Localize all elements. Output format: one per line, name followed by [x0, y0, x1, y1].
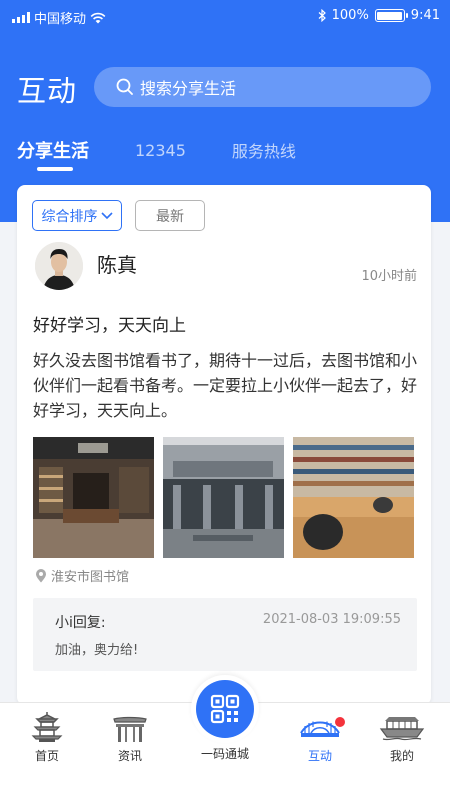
bottom-nav: 首页 资讯 一码通城 互动 我的: [0, 675, 450, 800]
photo-grid: [33, 437, 414, 558]
reply-text: 加油，奥力给!: [55, 643, 139, 658]
nav-home[interactable]: 首页: [12, 711, 82, 764]
nav-news-label: 资讯: [117, 749, 142, 763]
notification-dot: [335, 717, 345, 727]
avatar[interactable]: [35, 242, 83, 290]
nav-interact[interactable]: 互动: [285, 711, 355, 764]
post-photo-reading-room[interactable]: [33, 437, 154, 558]
newest-button[interactable]: 最新: [135, 200, 205, 231]
reply-time: 2021-08-03 19:09:55: [262, 612, 401, 627]
reply-author: 小i回复:: [55, 615, 106, 631]
sort-dropdown[interactable]: 综合排序: [32, 200, 122, 231]
post-card: 综合排序 最新 陈真 10小时前 好好学习，天天向上 好久没去图书馆看书了，期待…: [17, 185, 431, 705]
status-bar: 中国移动 100% 9:41: [0, 0, 450, 32]
clock: 9:41: [410, 8, 440, 23]
reply-box: 小i回复: 2021-08-03 19:09:55 加油，奥力给!: [33, 598, 417, 671]
location-pin-icon: [36, 569, 46, 583]
pagoda-icon: [31, 712, 63, 742]
sort-label: 综合排序: [41, 208, 98, 225]
battery-icon: [374, 9, 408, 22]
boat-icon: [379, 717, 425, 741]
location-name: 淮安市图书馆: [51, 570, 130, 585]
post-time: 10小时前: [361, 269, 417, 284]
scan-code-button[interactable]: [191, 675, 259, 743]
tab-share-life[interactable]: 分享生活: [17, 137, 89, 171]
search-input[interactable]: 搜索分享生活: [94, 67, 431, 107]
bluetooth-icon: [318, 9, 326, 22]
nav-interact-label: 互动: [307, 749, 332, 763]
post-title: 好好学习，天天向上: [33, 316, 186, 336]
tab-bar: 分享生活 12345 服务热线: [17, 137, 342, 171]
post-photo-study-desks[interactable]: [293, 437, 414, 558]
nav-mine[interactable]: 我的: [367, 711, 437, 764]
page-title: 互动: [17, 74, 78, 108]
nav-mine-label: 我的: [389, 749, 414, 763]
signal-icon: [12, 12, 30, 23]
search-placeholder: 搜索分享生活: [140, 79, 237, 98]
wifi-icon: [90, 12, 106, 23]
gate-icon: [113, 716, 147, 742]
location[interactable]: 淮安市图书馆: [35, 566, 129, 585]
nav-home-label: 首页: [34, 749, 59, 763]
center-button-circle: [196, 680, 254, 738]
post-photo-library-entrance[interactable]: [163, 437, 284, 558]
battery-percent: 100%: [331, 8, 369, 23]
carrier-name: 中国移动: [34, 12, 87, 27]
post-body: 好久没去图书馆看书了，期待十一过后，去图书馆和小伙伴们一起看书备考。一定要拉上小…: [33, 351, 418, 420]
tab-12345[interactable]: 12345: [135, 141, 186, 160]
bridge-icon: [300, 721, 340, 737]
nav-scan-label: 一码通城: [200, 747, 249, 761]
tab-service-hotline[interactable]: 服务热线: [232, 138, 296, 162]
nav-news[interactable]: 资讯: [95, 711, 165, 764]
chevron-down-icon: [100, 211, 113, 219]
author-name[interactable]: 陈真: [97, 249, 137, 278]
qr-code-icon: [210, 694, 240, 724]
search-icon: [116, 78, 133, 95]
